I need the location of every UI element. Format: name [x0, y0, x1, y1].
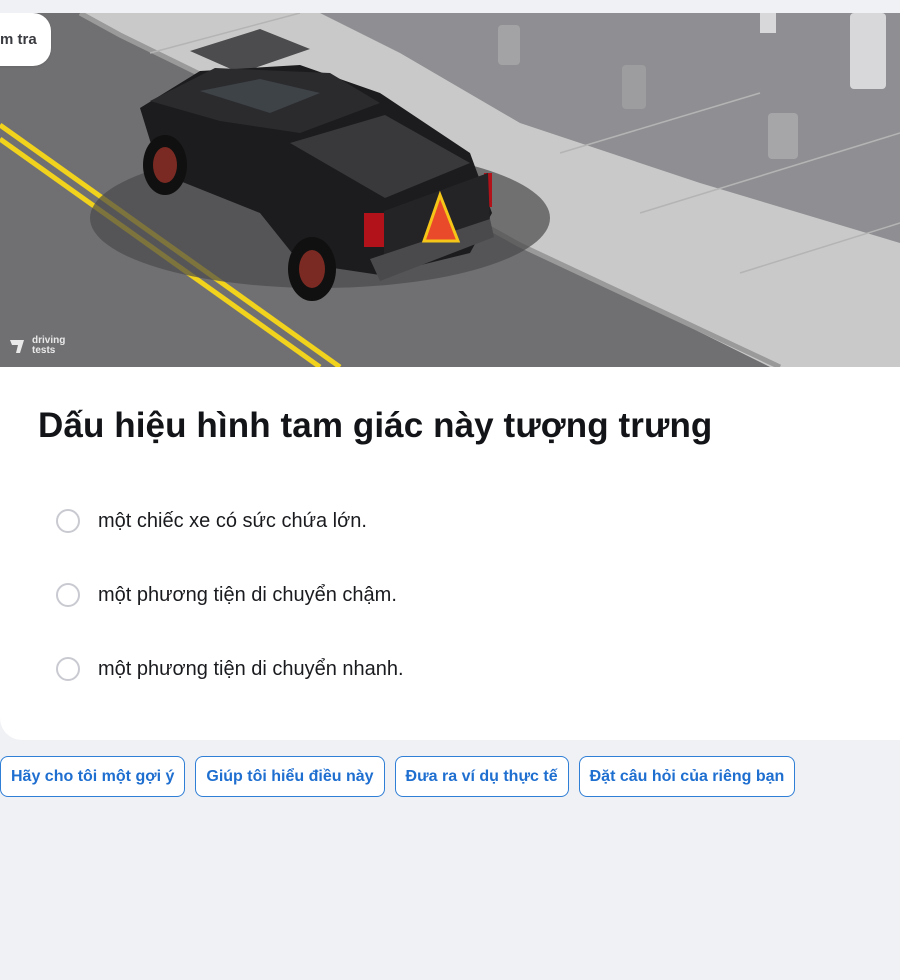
- explain-chip[interactable]: Giúp tôi hiểu điều này: [195, 756, 385, 797]
- section-badge: m tra: [0, 13, 51, 66]
- answer-options: một chiếc xe có sức chứa lớn. một phương…: [56, 504, 404, 726]
- question-text: Dấu hiệu hình tam giác này tượng trưng: [38, 406, 713, 445]
- answer-option-3[interactable]: một phương tiện di chuyển nhanh.: [56, 652, 404, 686]
- radio-button[interactable]: [56, 509, 80, 533]
- real-example-chip[interactable]: Đưa ra ví dụ thực tế: [394, 756, 569, 797]
- help-chips: Hãy cho tôi một gợi ý Giúp tôi hiểu điều…: [0, 756, 796, 797]
- driving-tests-logo-icon: [10, 340, 24, 353]
- answer-option-label: một phương tiện di chuyển chậm.: [98, 583, 397, 606]
- radio-button[interactable]: [56, 657, 80, 681]
- watermark-text: driving tests: [32, 335, 66, 356]
- quiz-page: driving tests m tra Dấu hiệu hình tam gi…: [0, 0, 900, 980]
- answer-option-label: một chiếc xe có sức chứa lớn.: [98, 509, 367, 532]
- radio-button[interactable]: [56, 583, 80, 607]
- truck-photo: [0, 13, 900, 367]
- question-image: driving tests: [0, 13, 900, 367]
- hint-chip[interactable]: Hãy cho tôi một gợi ý: [0, 756, 186, 797]
- answer-option-1[interactable]: một chiếc xe có sức chứa lớn.: [56, 504, 404, 538]
- answer-option-label: một phương tiện di chuyển nhanh.: [98, 657, 404, 680]
- ask-question-chip[interactable]: Đặt câu hỏi của riêng bạn: [578, 756, 796, 797]
- watermark: driving tests: [8, 336, 74, 356]
- answer-option-2[interactable]: một phương tiện di chuyển chậm.: [56, 578, 404, 612]
- question-card: driving tests m tra Dấu hiệu hình tam gi…: [0, 13, 900, 740]
